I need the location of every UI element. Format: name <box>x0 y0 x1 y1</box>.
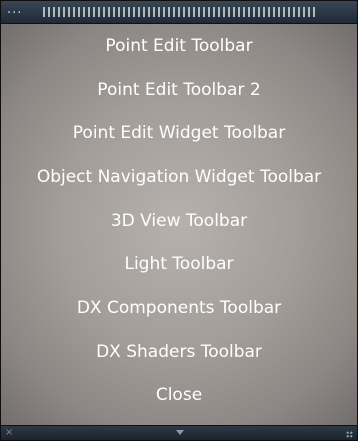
menu-item-light-toolbar[interactable]: Light Toolbar <box>1 242 357 286</box>
context-menu: Point Edit Toolbar Point Edit Toolbar 2 … <box>1 24 357 426</box>
toolbar-menu-window: ... Point Edit Toolbar Point Edit Toolba… <box>0 0 358 441</box>
menu-item-point-edit-toolbar[interactable]: Point Edit Toolbar <box>1 24 357 68</box>
statusbar: × <box>1 425 357 440</box>
menu-item-3d-view-toolbar[interactable]: 3D View Toolbar <box>1 199 357 243</box>
titlebar[interactable]: ... <box>1 1 357 24</box>
menu-item-close[interactable]: Close <box>1 374 357 418</box>
menu-item-point-edit-widget-toolbar[interactable]: Point Edit Widget Toolbar <box>1 111 357 155</box>
window-menu-button[interactable]: ... <box>7 2 22 18</box>
close-icon[interactable]: × <box>5 426 13 439</box>
menu-item-dx-shaders-toolbar[interactable]: DX Shaders Toolbar <box>1 330 357 374</box>
chevron-down-icon[interactable] <box>176 430 184 435</box>
menu-item-object-navigation-widget-toolbar[interactable]: Object Navigation Widget Toolbar <box>1 155 357 199</box>
drag-grip-icon[interactable] <box>43 7 315 17</box>
menu-item-dx-components-toolbar[interactable]: DX Components Toolbar <box>1 286 357 330</box>
resize-grip-icon[interactable] <box>346 431 353 438</box>
menu-item-point-edit-toolbar-2[interactable]: Point Edit Toolbar 2 <box>1 68 357 112</box>
